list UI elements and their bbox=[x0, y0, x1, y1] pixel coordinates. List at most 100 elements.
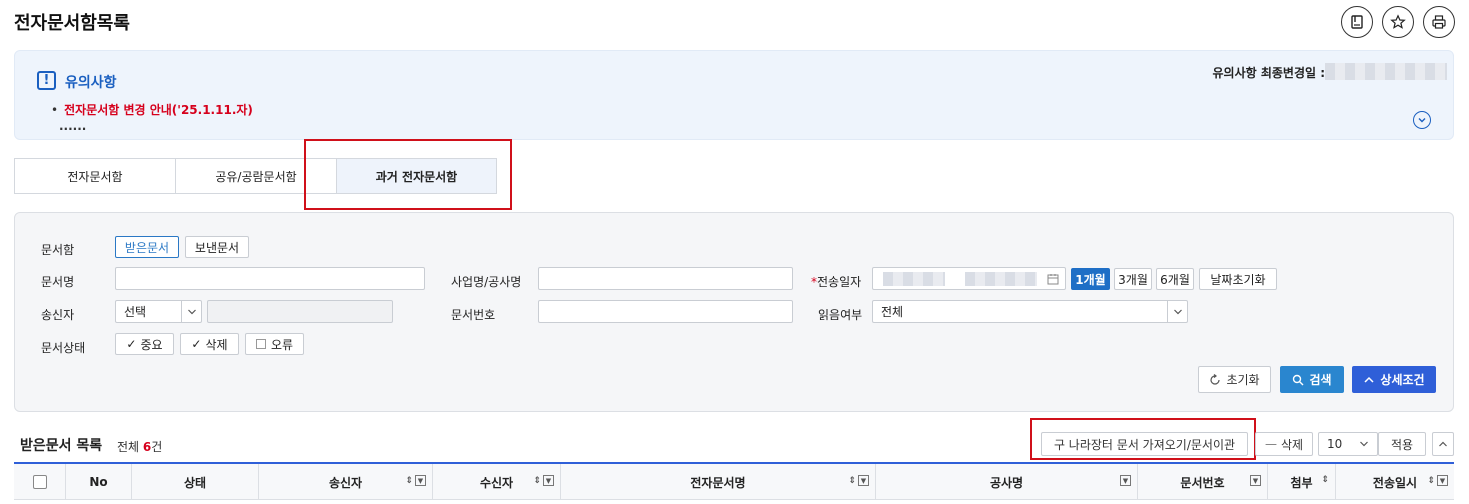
sort-filter-icon[interactable]: ⇕ ▼ bbox=[1427, 475, 1448, 486]
docno-label: 문서번호 bbox=[451, 308, 496, 322]
column-header-sender[interactable]: 송신자 ⇕ ▼ bbox=[259, 464, 433, 500]
status-important-label: 중요 bbox=[140, 337, 163, 352]
page-size-select[interactable]: 10 bbox=[1318, 432, 1378, 456]
sort-icon[interactable]: ⇕ bbox=[1321, 475, 1329, 485]
calendar-icon[interactable] bbox=[1047, 273, 1059, 285]
project-input[interactable] bbox=[538, 267, 793, 290]
column-header-project[interactable]: 공사명 ▼ bbox=[876, 464, 1138, 500]
docname-input[interactable] bbox=[115, 267, 425, 290]
chevron-down-icon bbox=[1418, 118, 1426, 123]
sender-name-input[interactable] bbox=[207, 300, 393, 323]
highlight-box-import bbox=[1030, 418, 1256, 460]
delete-button[interactable]: — 삭제 bbox=[1255, 432, 1313, 456]
sort-filter-icon[interactable]: ▼ bbox=[1120, 475, 1131, 486]
notice-expand-button[interactable] bbox=[1413, 111, 1431, 129]
period-6month-button[interactable]: 6개월 bbox=[1156, 268, 1194, 290]
send-date-range-input[interactable] bbox=[872, 267, 1066, 290]
search-button[interactable]: 검색 bbox=[1280, 366, 1344, 393]
search-panel: 문서함 받은문서 보낸문서 문서명 사업명/공사명 *전송일자 1개월 3개월 … bbox=[14, 212, 1454, 412]
collapse-button[interactable] bbox=[1432, 432, 1454, 456]
notice-last-changed-value-redacted bbox=[1325, 63, 1447, 80]
highlight-box-past-tab bbox=[304, 139, 512, 210]
status-error-toggle[interactable]: 오류 bbox=[245, 333, 304, 355]
chevron-up-icon bbox=[1439, 441, 1447, 447]
select-all-checkbox[interactable] bbox=[32, 475, 47, 489]
send-date-label: *전송일자 bbox=[811, 275, 862, 289]
sort-filter-icon[interactable]: ⇕ ▼ bbox=[405, 475, 426, 486]
total-prefix: 전체 bbox=[117, 440, 140, 454]
minus-icon: — bbox=[1264, 437, 1277, 451]
chevron-up-icon bbox=[1364, 376, 1374, 383]
list-title: 받은문서 목록 bbox=[20, 438, 103, 454]
print-button[interactable] bbox=[1423, 6, 1455, 38]
received-docs-button[interactable]: 받은문서 bbox=[115, 236, 179, 258]
sent-docs-button[interactable]: 보낸문서 bbox=[185, 236, 249, 258]
refresh-icon bbox=[1210, 373, 1221, 385]
date-reset-button[interactable]: 날짜초기화 bbox=[1199, 268, 1277, 290]
read-status-select-value: 전체 bbox=[881, 305, 904, 319]
column-header-docno[interactable]: 문서번호 ▼ bbox=[1138, 464, 1268, 500]
page-title: 전자문서함목록 bbox=[14, 13, 130, 34]
search-icon bbox=[1293, 374, 1304, 385]
notice-last-changed-label: 유의사항 최종변경일 : bbox=[1212, 66, 1325, 80]
header-select-all[interactable] bbox=[14, 464, 66, 500]
manual-book-button[interactable] bbox=[1341, 6, 1373, 38]
check-icon: ✓ bbox=[126, 337, 137, 351]
book-icon bbox=[1351, 15, 1363, 29]
printer-icon bbox=[1432, 15, 1446, 29]
receiver-header-label: 수신자 bbox=[479, 475, 514, 490]
notice-more: ...... bbox=[59, 119, 87, 133]
read-status-select[interactable]: 전체 bbox=[872, 300, 1188, 323]
sort-filter-icon[interactable]: ⇕ ▼ bbox=[848, 475, 869, 486]
sort-filter-icon[interactable]: ⇕ ▼ bbox=[533, 475, 554, 486]
top-icon-group bbox=[1341, 6, 1455, 38]
docno-input[interactable] bbox=[538, 300, 793, 323]
chevron-down-icon bbox=[1360, 441, 1368, 447]
chevron-down-icon bbox=[1167, 301, 1187, 322]
column-header-receiver[interactable]: 수신자 ⇕ ▼ bbox=[433, 464, 561, 500]
status-deleted-label: 삭제 bbox=[205, 337, 228, 352]
sender-header-label: 송신자 bbox=[328, 475, 363, 490]
total-suffix: 건 bbox=[151, 440, 163, 454]
sender-label: 송신자 bbox=[41, 308, 75, 322]
docno-header-label: 문서번호 bbox=[1180, 475, 1225, 490]
detail-conditions-button[interactable]: 상세조건 bbox=[1352, 366, 1436, 393]
column-header-sent-at[interactable]: 전송일시 ⇕ ▼ bbox=[1336, 464, 1454, 500]
notice-title: 유의사항 bbox=[65, 75, 117, 91]
status-deleted-toggle[interactable]: ✓ 삭제 bbox=[180, 333, 239, 355]
notice-panel: ! 유의사항 전자문서함 변경 안내('25.1.11.자) ...... 유의… bbox=[14, 50, 1454, 140]
reset-button-label: 초기화 bbox=[1226, 373, 1260, 387]
period-1month-button[interactable]: 1개월 bbox=[1071, 268, 1110, 290]
column-header-status: 상태 bbox=[132, 464, 259, 500]
favorite-button[interactable] bbox=[1382, 6, 1414, 38]
column-header-docname[interactable]: 전자문서명 ⇕ ▼ bbox=[561, 464, 876, 500]
sender-select[interactable]: 선택 bbox=[115, 300, 202, 323]
date-start-redacted bbox=[883, 272, 945, 286]
docname-header-label: 전자문서명 bbox=[690, 475, 746, 490]
table-header: No 상태 송신자 ⇕ ▼ 수신자 ⇕ ▼ 전자문서명 ⇕ ▼ 공사명 ▼ 문서번호 ▼ 첨부 ⇕… bbox=[14, 462, 1454, 500]
reset-button[interactable]: 초기화 bbox=[1198, 366, 1271, 393]
chevron-down-icon bbox=[181, 301, 201, 322]
exclamation-icon: ! bbox=[37, 71, 56, 90]
project-label: 사업명/공사명 bbox=[451, 275, 522, 289]
column-header-attachment[interactable]: 첨부 ⇕ bbox=[1268, 464, 1336, 500]
status-important-toggle[interactable]: ✓ 중요 bbox=[115, 333, 174, 355]
date-end-redacted bbox=[965, 272, 1037, 286]
period-3month-button[interactable]: 3개월 bbox=[1114, 268, 1152, 290]
page-size-value: 10 bbox=[1327, 437, 1343, 451]
sort-filter-icon[interactable]: ▼ bbox=[1250, 475, 1261, 486]
docbox-label: 문서함 bbox=[41, 243, 75, 257]
sender-select-value: 선택 bbox=[124, 305, 147, 319]
apply-button[interactable]: 적용 bbox=[1378, 432, 1426, 456]
detail-conditions-label: 상세조건 bbox=[1380, 373, 1425, 387]
read-status-label: 읽음여부 bbox=[818, 308, 863, 322]
list-total-count: 전체 6건 bbox=[117, 438, 162, 455]
checkbox-empty-icon bbox=[255, 339, 266, 349]
doc-status-label: 문서상태 bbox=[41, 341, 86, 355]
search-button-label: 검색 bbox=[1309, 373, 1332, 387]
status-error-label: 오류 bbox=[270, 337, 294, 352]
tab-electronic-docbox[interactable]: 전자문서함 bbox=[14, 158, 175, 194]
notice-item-link[interactable]: 전자문서함 변경 안내('25.1.11.자) bbox=[51, 101, 253, 118]
project-header-label: 공사명 bbox=[989, 475, 1024, 490]
docname-label: 문서명 bbox=[41, 275, 75, 289]
